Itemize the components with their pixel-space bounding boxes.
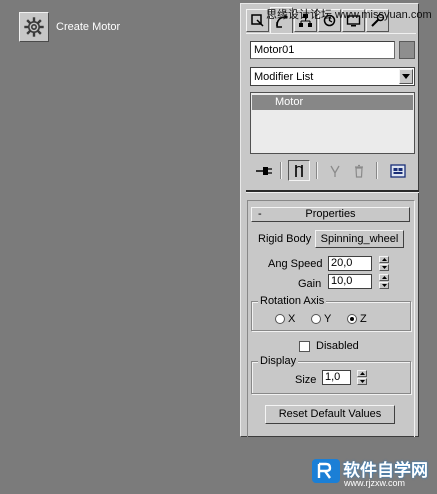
rigid-body-pick-button[interactable]: Spinning_wheel <box>315 230 404 248</box>
object-color-swatch[interactable] <box>399 41 415 59</box>
size-label: Size <box>295 374 317 386</box>
modifier-list-label: Modifier List <box>254 71 314 83</box>
stack-tools <box>250 159 415 183</box>
disabled-label: Disabled <box>316 340 359 352</box>
axis-x-label: X <box>288 313 296 325</box>
spinner-up-icon <box>381 258 387 261</box>
tool-separator <box>376 162 378 179</box>
configure-modifier-sets-button[interactable] <box>387 160 409 181</box>
watermark-url: www.rjzxw.com <box>344 478 406 488</box>
pin-stack-button[interactable] <box>253 160 275 181</box>
panel-divider <box>246 190 419 193</box>
spinner-up-icon <box>359 372 365 375</box>
rjzxw-logo-icon <box>312 459 340 483</box>
axis-z-label: Z <box>360 313 367 325</box>
display-title: Display <box>258 354 299 368</box>
spinner-down-icon <box>381 284 387 287</box>
remove-modifier-button[interactable] <box>348 160 370 181</box>
radio-button-selected[interactable] <box>347 314 357 324</box>
axis-z-radio[interactable]: Z <box>347 313 367 325</box>
disabled-checkbox[interactable] <box>299 340 310 352</box>
create-icon <box>251 14 264 27</box>
radio-button[interactable] <box>311 314 321 324</box>
rigid-body-label: Rigid Body <box>258 233 312 245</box>
size-spinner[interactable] <box>357 370 367 385</box>
modifier-list-dropdown[interactable]: Modifier List <box>250 67 415 86</box>
axis-y-radio[interactable]: Y <box>311 313 331 325</box>
spinner-up[interactable] <box>357 370 367 377</box>
create-motor-button[interactable] <box>19 12 49 42</box>
radio-button[interactable] <box>275 314 285 324</box>
gain-label: Gain <box>298 278 322 290</box>
spinner-up[interactable] <box>379 274 389 281</box>
show-end-result-button[interactable] <box>288 160 310 181</box>
radio-dot <box>350 317 354 321</box>
watermark-logo: 软件自学网 www.rjzxw.com <box>311 456 433 490</box>
gain-spinner[interactable] <box>379 274 389 289</box>
make-unique-icon <box>330 165 340 177</box>
modifier-stack[interactable]: Motor <box>250 92 415 154</box>
disabled-checkbox-row[interactable]: Disabled <box>299 340 359 352</box>
rotation-axis-title: Rotation Axis <box>258 294 327 308</box>
spinner-down[interactable] <box>379 282 389 289</box>
spinner-down-icon <box>359 380 365 383</box>
stack-item-motor[interactable]: Motor <box>252 95 413 110</box>
dropdown-arrow[interactable] <box>399 69 413 84</box>
ang-speed-label: Ang Speed <box>268 258 323 270</box>
pin-stack-icon <box>256 166 272 175</box>
show-end-result-icon <box>295 164 303 177</box>
tab-strip-line <box>246 33 416 34</box>
tool-separator <box>280 162 282 179</box>
gear-icon <box>24 17 44 37</box>
watermark-top: 思缘设计论坛 www.missyuan.com <box>266 9 432 21</box>
ang-speed-field[interactable]: 20,0 <box>328 256 372 271</box>
axis-y-label: Y <box>324 313 332 325</box>
configure-modifier-sets-icon <box>390 163 406 178</box>
properties-rollout-header[interactable]: - Properties <box>251 207 410 222</box>
create-motor-label: Create Motor <box>56 21 121 33</box>
spinner-down[interactable] <box>357 378 367 385</box>
object-name-field[interactable]: Motor01 <box>250 41 395 59</box>
spinner-up-icon <box>381 276 387 279</box>
make-unique-button[interactable] <box>324 160 346 181</box>
spinner-down-icon <box>381 266 387 269</box>
ang-speed-spinner[interactable] <box>379 256 389 271</box>
tool-separator <box>316 162 318 179</box>
rollout-toggle: - <box>258 208 262 220</box>
reset-default-values-button[interactable]: Reset Default Values <box>265 405 395 424</box>
spinner-down[interactable] <box>379 264 389 271</box>
remove-modifier-icon <box>355 164 363 178</box>
axis-x-radio[interactable]: X <box>275 313 295 325</box>
size-field[interactable]: 1,0 <box>322 370 351 385</box>
gain-field[interactable]: 10,0 <box>328 274 372 289</box>
rollout-title: Properties <box>305 208 356 220</box>
spinner-up[interactable] <box>379 256 389 263</box>
chevron-down-icon <box>402 74 410 79</box>
